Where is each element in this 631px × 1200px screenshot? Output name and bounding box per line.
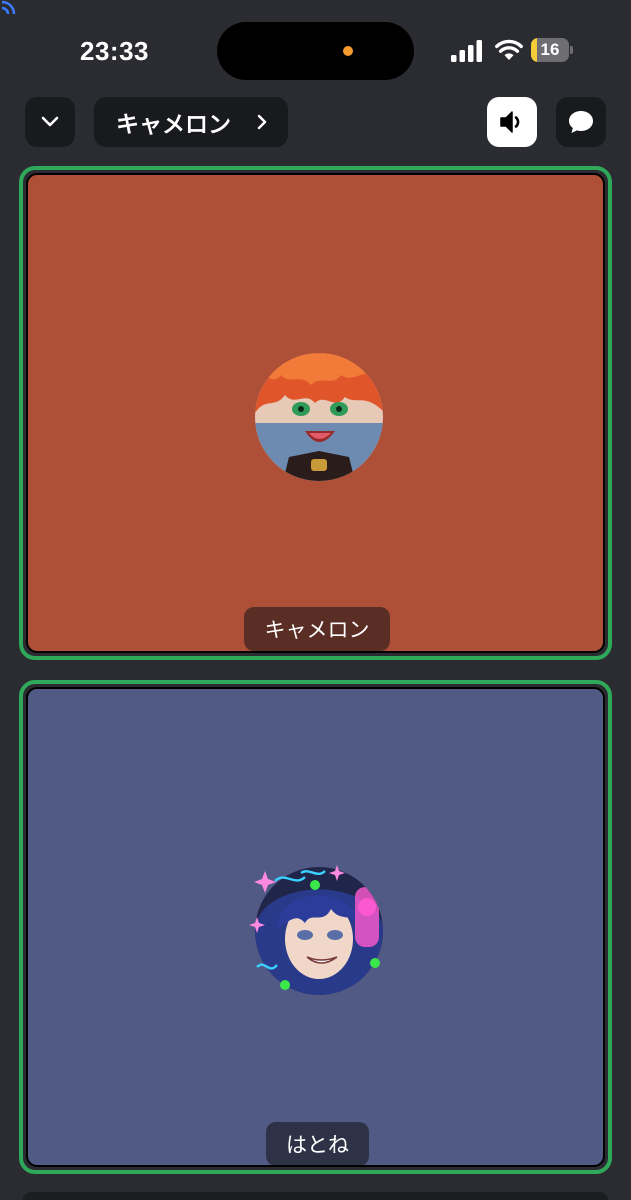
collapse-button[interactable]	[25, 97, 75, 147]
room-title-button[interactable]: キャメロン	[94, 97, 288, 147]
speaker-button[interactable]	[487, 97, 537, 147]
room-header: キャメロン	[0, 96, 631, 148]
room-title: キャメロン	[116, 112, 231, 138]
participant-name-label: はとね	[266, 1122, 369, 1165]
avatar	[249, 865, 383, 995]
chevron-right-icon	[257, 114, 267, 130]
participant-tile-partial[interactable]	[22, 1192, 609, 1200]
cellular-signal-icon	[451, 40, 482, 62]
recording-indicator	[343, 46, 353, 56]
chat-bubble-icon	[569, 111, 593, 133]
battery-level: 16	[540, 40, 560, 59]
participant-tile-background: キャメロン	[26, 173, 605, 653]
avatar	[255, 353, 383, 481]
status-bar: 23:33 16	[0, 0, 631, 100]
participant-name-label: キャメロン	[244, 607, 390, 651]
speaker-icon	[500, 111, 520, 133]
listening-icon	[1, 0, 16, 15]
dynamic-island	[217, 22, 414, 80]
chevron-down-icon	[41, 116, 59, 127]
wifi-icon	[495, 39, 523, 60]
voice-room-screen: 23:33 16 キャメロン キャメロン はとね	[0, 0, 631, 1200]
participant-tile[interactable]: キャメロン	[19, 166, 612, 660]
chat-button[interactable]	[556, 97, 606, 147]
participant-tile-background: はとね	[26, 687, 605, 1167]
status-time: 23:33	[80, 36, 149, 66]
participant-tile[interactable]: はとね	[19, 680, 612, 1174]
battery-icon: 16	[531, 38, 573, 62]
